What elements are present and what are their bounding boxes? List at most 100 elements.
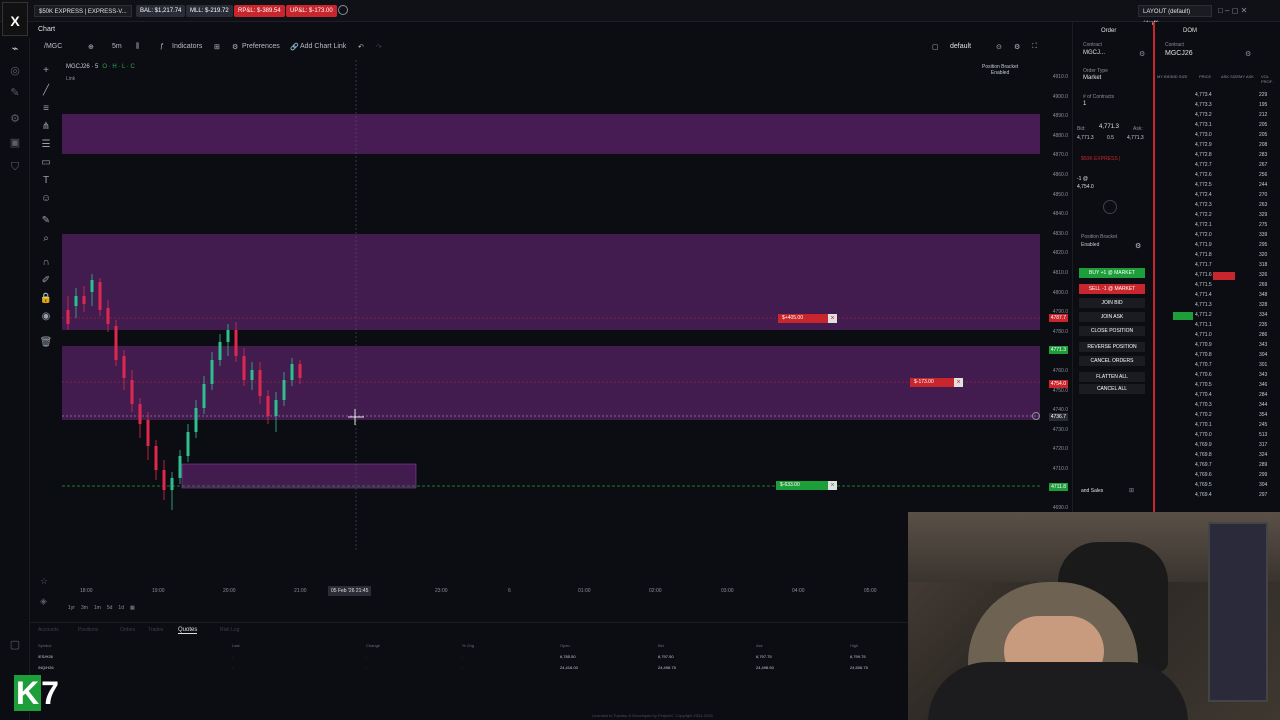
dom-price[interactable]: 4,770.6 [1195, 372, 1212, 378]
dom-price[interactable]: 4,771.7 [1195, 262, 1212, 268]
visibility-icon[interactable]: ◉ [39, 310, 53, 324]
chart-settings-icon[interactable]: ⚙ [1014, 43, 1020, 51]
order-tab[interactable]: Order [1101, 28, 1116, 34]
dom-price[interactable]: 4,771.6 [1195, 272, 1212, 278]
dom-price[interactable]: 4,770.3 [1195, 402, 1212, 408]
dom-price[interactable]: 4,770.9 [1195, 342, 1212, 348]
range-button[interactable]: 3m [81, 605, 88, 611]
contract-selector[interactable]: MGCJ... [1083, 50, 1105, 56]
quotes-tab[interactable]: Quotes [178, 627, 198, 634]
dom-price[interactable]: 4,773.1 [1195, 122, 1212, 128]
window-controls[interactable]: □ – ◻ ✕ [1218, 6, 1247, 15]
reverse-position-button[interactable]: REVERSE POSITION [1079, 342, 1145, 352]
dom-price[interactable]: 4,772.8 [1195, 152, 1212, 158]
quotes-tab[interactable]: Trades [148, 627, 163, 633]
dom-price[interactable]: 4,772.4 [1195, 192, 1212, 198]
buy-market-button[interactable]: BUY +1 @ MARKET [1079, 268, 1145, 278]
range-button[interactable]: 1m [94, 605, 101, 611]
range-button[interactable]: 1d [118, 605, 124, 611]
dom-price[interactable]: 4,773.4 [1195, 92, 1212, 98]
dom-price[interactable]: 4,770.4 [1195, 392, 1212, 398]
indicators-button[interactable]: Indicators [172, 43, 202, 50]
dom-price[interactable]: 4,769.9 [1195, 442, 1212, 448]
dom-price[interactable]: 4,772.5 [1195, 182, 1212, 188]
settings-nav-icon[interactable]: ⚙ [8, 112, 22, 126]
chart-nav-icon[interactable]: ⌁ [8, 42, 22, 56]
order-type-selector[interactable]: Market [1083, 75, 1101, 81]
dom-price[interactable]: 4,772.9 [1195, 142, 1212, 148]
dom-price[interactable]: 4,773.0 [1195, 132, 1212, 138]
contract-settings-icon[interactable]: ⚙ [1139, 50, 1145, 58]
dom-price[interactable]: 4,772.2 [1195, 212, 1212, 218]
quotes-cell[interactable]: /NQ/H26 [38, 665, 54, 670]
range-button[interactable]: 1yr [68, 605, 75, 611]
crosshair-icon[interactable]: + [39, 64, 53, 78]
dom-price[interactable]: 4,771.1 [1195, 322, 1212, 328]
dom-price[interactable]: 4,771.5 [1195, 282, 1212, 288]
layout-grid-icon[interactable]: ⊞ [214, 43, 220, 51]
dom-price[interactable]: 4,769.6 [1195, 472, 1212, 478]
dom-price[interactable]: 4,769.5 [1195, 482, 1212, 488]
cancel-orders-button[interactable]: CANCEL ORDERS [1079, 356, 1145, 366]
dom-price[interactable]: 4,770.8 [1195, 352, 1212, 358]
close-position-button[interactable]: CLOSE POSITION [1079, 326, 1145, 336]
chart-tab[interactable]: Chart [38, 26, 55, 33]
add-chart-link-button[interactable]: Add Chart Link [300, 43, 346, 50]
magnet-icon[interactable]: ∩ [39, 256, 53, 270]
bracket-dial-icon[interactable] [1103, 200, 1117, 214]
dom-price[interactable]: 4,772.0 [1195, 232, 1212, 238]
take-profit-order-label[interactable]: $+405.00 [778, 314, 830, 323]
rectangle-icon[interactable]: ▭ [39, 156, 53, 170]
redo-icon[interactable]: ↷ [376, 43, 382, 51]
ruler-icon[interactable]: ✐ [39, 274, 53, 288]
dom-contract-selector[interactable]: MGCJ26 [1165, 50, 1193, 57]
dom-price[interactable]: 4,770.1 [1195, 422, 1212, 428]
dom-price[interactable]: 4,771.8 [1195, 252, 1212, 258]
trendline-icon[interactable]: ╱ [39, 84, 53, 98]
add-symbol-icon[interactable]: ⊕ [88, 43, 94, 51]
brush-icon[interactable]: ✎ [39, 214, 53, 228]
hlines-icon[interactable]: ≡ [39, 102, 53, 116]
dom-price[interactable]: 4,773.2 [1195, 112, 1212, 118]
fib-icon[interactable]: ☰ [39, 138, 53, 152]
join-bid-button[interactable]: JOIN BID [1079, 298, 1145, 308]
zoom-icon[interactable]: ⌕ [39, 232, 53, 246]
add-panel-icon[interactable]: ⊞ [1129, 487, 1134, 494]
dom-price[interactable]: 4,771.0 [1195, 332, 1212, 338]
position-pnl-label[interactable]: $-173.00 [910, 378, 958, 387]
bottom-nav-icon[interactable]: ▢ [8, 638, 22, 652]
pattern-icon[interactable]: ☺ [39, 192, 53, 206]
favorite-icon[interactable]: ☆ [40, 576, 48, 587]
dom-price[interactable]: 4,769.8 [1195, 452, 1212, 458]
dom-price[interactable]: 4,773.3 [1195, 102, 1212, 108]
chart-type-icon[interactable]: ⫼ [136, 43, 139, 51]
dom-price[interactable]: 4,772.1 [1195, 222, 1212, 228]
contracts-input[interactable]: 1 [1083, 101, 1086, 107]
draw-nav-icon[interactable]: ✎ [8, 86, 22, 100]
quotes-tab[interactable]: Positions [78, 627, 98, 633]
flatten-all-button[interactable]: FLATTEN ALL [1079, 372, 1145, 382]
cancel-all-button[interactable]: CANCEL ALL [1079, 384, 1145, 394]
undo-icon[interactable]: ↶ [358, 43, 364, 51]
info-icon[interactable] [338, 5, 348, 15]
text-icon[interactable]: T [39, 174, 53, 188]
fullscreen-icon[interactable]: ⛶ [1032, 43, 1037, 51]
dom-price[interactable]: 4,772.7 [1195, 162, 1212, 168]
layout-selector[interactable]: LAYOUT (default) (draft) [1138, 5, 1212, 27]
dom-price[interactable]: 4,770.2 [1195, 412, 1212, 418]
account-label[interactable]: $50K EXPRESS | [1081, 156, 1120, 162]
trash-icon[interactable]: 🗑 [39, 336, 53, 350]
join-ask-button[interactable]: JOIN ASK [1079, 312, 1145, 322]
price-axis[interactable]: 4910.0 4900.0 4890.0 4880.0 4870.0 4860.0 4850… [1040, 60, 1070, 550]
account-selector[interactable]: $50K EXPRESS | EXPRESS-V... [34, 5, 132, 17]
dom-price[interactable]: 4,771.3 [1195, 302, 1212, 308]
preferences-button[interactable]: Preferences [242, 43, 280, 50]
template-selector[interactable]: default [950, 43, 971, 50]
cancel-stop-icon[interactable]: × [828, 481, 837, 490]
dom-price[interactable]: 4,770.7 [1195, 362, 1212, 368]
tv-nav-icon[interactable]: ▣ [8, 136, 22, 150]
dom-price[interactable]: 4,770.0 [1195, 432, 1212, 438]
dom-price[interactable]: 4,771.4 [1195, 292, 1212, 298]
camera-icon[interactable]: ⊙ [996, 43, 1002, 51]
timeframe-selector[interactable]: 5m [112, 43, 122, 50]
